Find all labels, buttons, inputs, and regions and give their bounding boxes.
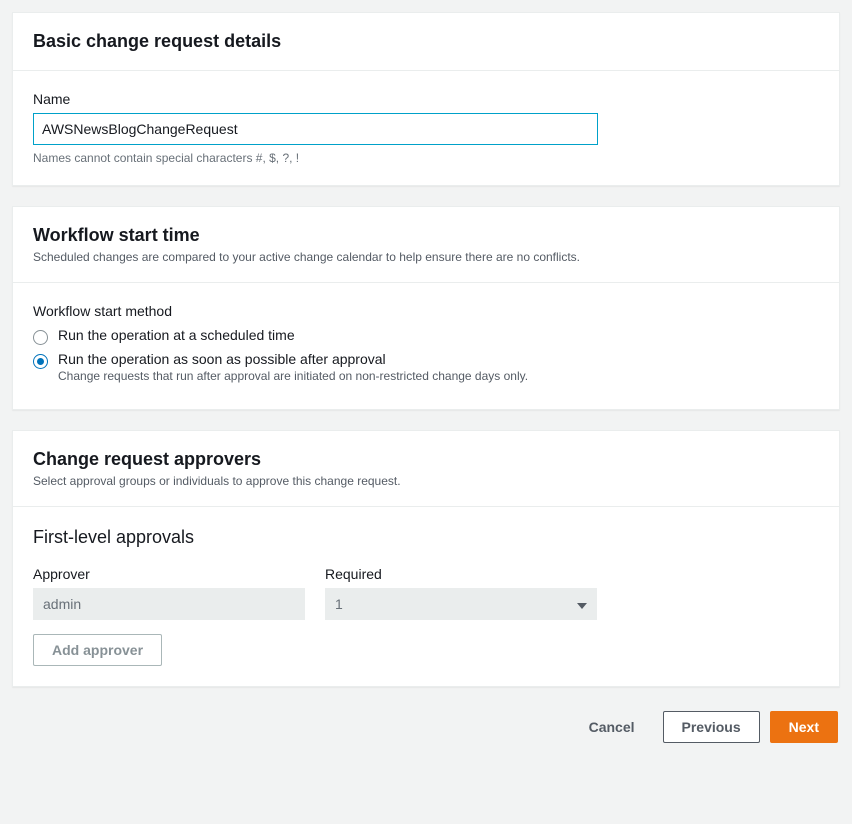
name-label: Name [33,91,819,107]
approver-value-text: admin [43,596,81,612]
name-input[interactable] [33,113,598,145]
workflow-panel: Workflow start time Scheduled changes ar… [12,206,840,410]
first-level-approvals-title: First-level approvals [33,527,819,548]
next-button[interactable]: Next [770,711,838,743]
basic-details-header: Basic change request details [13,13,839,71]
basic-details-title: Basic change request details [33,31,819,52]
workflow-method-label: Workflow start method [33,303,819,319]
radio-asap[interactable]: Run the operation as soon as possible af… [33,351,819,383]
cancel-button[interactable]: Cancel [571,711,653,743]
approvers-subtitle: Select approval groups or individuals to… [33,474,819,488]
name-helper-text: Names cannot contain special characters … [33,151,819,165]
add-approver-button[interactable]: Add approver [33,634,162,666]
workflow-title: Workflow start time [33,225,819,246]
workflow-header: Workflow start time Scheduled changes ar… [13,207,839,283]
approver-label: Approver [33,566,305,582]
approvers-panel: Change request approvers Select approval… [12,430,840,687]
approvers-header: Change request approvers Select approval… [13,431,839,507]
workflow-subtitle: Scheduled changes are compared to your a… [33,250,819,264]
required-label: Required [325,566,597,582]
radio-icon [33,330,48,345]
approver-value: admin [33,588,305,620]
required-select[interactable]: 1 [325,588,597,620]
radio-scheduled-time[interactable]: Run the operation at a scheduled time [33,327,819,345]
basic-details-panel: Basic change request details Name Names … [12,12,840,186]
required-value-text: 1 [335,596,343,612]
caret-down-icon [577,596,587,612]
approvers-title: Change request approvers [33,449,819,470]
action-row: Cancel Previous Next [12,707,840,759]
radio-icon [33,354,48,369]
previous-button[interactable]: Previous [663,711,760,743]
radio-desc-asap: Change requests that run after approval … [58,369,528,383]
radio-label-scheduled: Run the operation at a scheduled time [58,327,295,343]
radio-label-asap: Run the operation as soon as possible af… [58,351,528,367]
